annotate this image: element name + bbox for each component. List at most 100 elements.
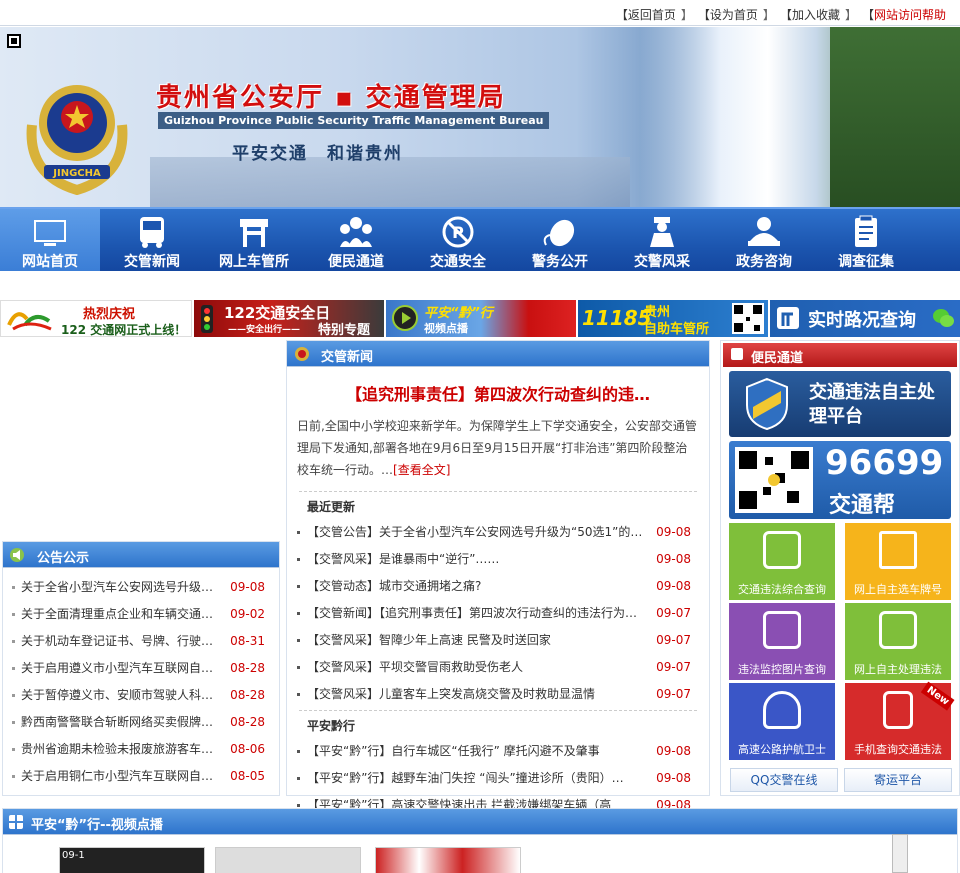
search-icon [763,531,801,569]
site-subtitle: Guizhou Province Public Security Traffic… [158,112,550,129]
tile-violation-query[interactable]: 交通违法综合查询 [729,523,835,600]
nav-safety[interactable]: P 交通安全 [408,209,508,271]
set-home-link[interactable]: 设为首页 [710,6,758,23]
grid-icon [9,815,23,829]
promo-s3-main: 平安“黔”行 [424,306,493,321]
bracket: 【 [779,8,792,22]
table-row[interactable]: 【交警风采】是谁暴雨中“逆行”…… 09-08 [295,546,701,573]
read-more-link[interactable]: [查看全文] [393,463,450,477]
recent-label: 最近更新 [299,491,697,515]
table-row[interactable]: 【交管新闻】【追究刑事责任】第四波次行动查纠的违法行为… 09-07 [295,600,701,627]
home-link[interactable]: 返回首页 [628,6,676,23]
qr-toggle-icon[interactable] [7,34,21,48]
clipboard-icon [855,215,877,247]
promo-s1-top: 热烈庆祝 [83,307,136,322]
news-summary: 日前,全国中小学校迎来新学年。为保障学生上下学交通安全，公安部交通管理局下发通知… [297,419,697,477]
promo-road-conditions[interactable]: 实时路况查询 [770,300,960,337]
bracket: 】 [844,8,857,22]
list-item[interactable]: 关于全面清理重点企业和车辆交通… 09-02 [9,601,273,628]
nav-label: 政务咨询 [736,254,792,270]
122-logo-icon [7,312,52,331]
play-icon [392,305,418,331]
site-slogan: 平安交通 和谐贵州 [232,144,403,164]
police-officer-icon [650,217,674,247]
tile-choose-plate[interactable]: 网上自主选车牌号 [845,523,951,600]
list-item[interactable]: 黔西南警警联合斩断网络买卖假牌… 08-28 [9,709,273,736]
list-item[interactable]: 关于启用铜仁市小型汽车互联网自… 08-05 [9,763,273,790]
nav-news[interactable]: 交管新闻 [102,209,202,271]
tile-highway-guard[interactable]: 高速公路护航卫士 [729,683,835,760]
consultant-icon [748,217,780,246]
promo-s4-main: 11185 [582,306,652,330]
service-number: 96699 [825,443,944,483]
promo-s2-sub: ——安全出行—— [228,325,301,335]
help-link[interactable]: 网站访问帮助 [874,6,946,23]
news-header: 交管新闻 [287,341,709,367]
announcement-title: 公告公示 [37,551,90,566]
nav-disclosure[interactable]: 警务公开 [510,209,610,271]
list-item[interactable]: 关于全省小型汽车公安网选号升级… 09-08 [9,574,273,601]
list-item[interactable]: 关于启用遵义市小型汽车互联网自… 08-28 [9,655,273,682]
service-title: 便民通道 [751,351,804,366]
list-item[interactable]: 贵州省逾期未检验未报废旅游客车… 08-06 [9,736,273,763]
site-title: 贵州省公安厅 ▪ 交通管理局 [156,83,506,113]
bracket: 【 [697,8,710,22]
qr-code-icon [732,303,764,334]
table-row[interactable]: 【交管动态】城市交通拥堵之痛? 09-08 [295,573,701,600]
nav-consult[interactable]: 政务咨询 [714,209,814,271]
officer-icon [763,691,801,729]
mail-platform-button[interactable]: 寄运平台 [844,768,952,792]
road-sign-icon [777,307,799,329]
nav-survey[interactable]: 调查征集 [816,209,916,271]
camera-icon [763,611,801,649]
qq-police-button[interactable]: QQ交警在线 [730,768,838,792]
video-scrollbar[interactable] [892,834,908,873]
tv-icon [34,220,66,246]
no-parking-icon: P [442,216,474,248]
promo-s4-b: 自助车管所 [644,322,710,337]
wechat-icon [933,309,954,327]
bracket: 【 [615,8,628,22]
recent-list: 【交管公告】关于全省小型汽车公安网选号升级为“50选1”的… 09-08 【交警风… [287,515,709,708]
list-item[interactable]: 关于机动车登记证书、号牌、行驶… 08-31 [9,628,273,655]
promo-s1-bottom: 122 交通网正式上线！ [61,323,187,337]
emblem-text: JINGCHA [52,168,101,179]
video-thumbnail[interactable] [375,847,521,873]
promo-safety-day[interactable]: 122交通安全日 ——安全出行—— 特别专题 [194,300,384,337]
tile-mobile-query[interactable]: New 手机查询交通违法 [845,681,955,760]
promo-self-service[interactable]: 11185 贵州 自助车管所 [578,300,768,337]
table-row[interactable]: 【平安“黔”行】越野车油门失控 “闯头”撞进诊所（贵阳）… 09-08 [295,765,701,792]
table-row[interactable]: 【平安“黔”行】自行车城区“任我行” 摩托闪避不及肇事 09-08 [295,738,701,765]
announcement-header: 公告公示 [3,542,279,568]
video-header: 平安“黔”行--视频点播 [3,809,957,835]
mouse-icon [543,219,575,247]
promo-s3-sub: 视频点播 [424,322,468,335]
tile-handle-violation[interactable]: 网上自主处理违法 [845,603,951,680]
table-row[interactable]: 【交警风采】平坝交警冒雨救助受伤老人 09-07 [295,654,701,681]
people-icon [340,217,372,247]
top-bar: 【 返回首页 】 【 设为首页 】 【 加入收藏 】 【 网站访问帮助 [0,0,960,26]
violation-platform-banner[interactable]: 交通违法自主处理平台 [729,371,951,437]
news-headline[interactable]: 【追究刑事责任】第四波次行动查纠的违… [287,381,709,405]
promo-122-launch[interactable]: 热烈庆祝 122 交通网正式上线！ [0,300,192,337]
tile-camera-query[interactable]: 违法监控图片查询 [729,603,835,680]
nav-home[interactable]: 网站首页 [0,209,100,271]
nav-police-style[interactable]: 交警风采 [612,209,712,271]
table-row[interactable]: 【交管公告】关于全省小型汽车公安网选号升级为“50选1”的… 09-08 [295,519,701,546]
video-title: 平安“黔”行--视频点播 [31,818,163,833]
96699-banner[interactable]: 96699 交通帮 [729,441,951,519]
safe-label: 平安黔行 [299,710,697,734]
list-item[interactable]: 关于暂停遵义市、安顺市驾驶人科… 08-28 [9,682,273,709]
nav-vehicle-office[interactable]: 网上车管所 [204,209,304,271]
table-row[interactable]: 【交警风采】儿童客车上突发高烧交警及时救助显温情 09-07 [295,681,701,708]
table-row[interactable]: 【交警风采】智障少年上高速 民警及时送回家 09-07 [295,627,701,654]
video-thumbnail[interactable]: 09-1 [59,847,205,873]
promo-video[interactable]: 平安“黔”行 视频点播 [386,300,576,337]
bracket: 】 [762,8,775,22]
nav-label: 交通安全 [430,254,486,270]
nav-service[interactable]: 便民通道 [306,209,406,271]
add-favorite-link[interactable]: 加入收藏 [792,6,840,23]
square-icon [731,348,743,360]
video-thumbnail[interactable] [215,847,361,873]
violation-platform-text: 交通违法自主处理平台 [809,382,935,427]
